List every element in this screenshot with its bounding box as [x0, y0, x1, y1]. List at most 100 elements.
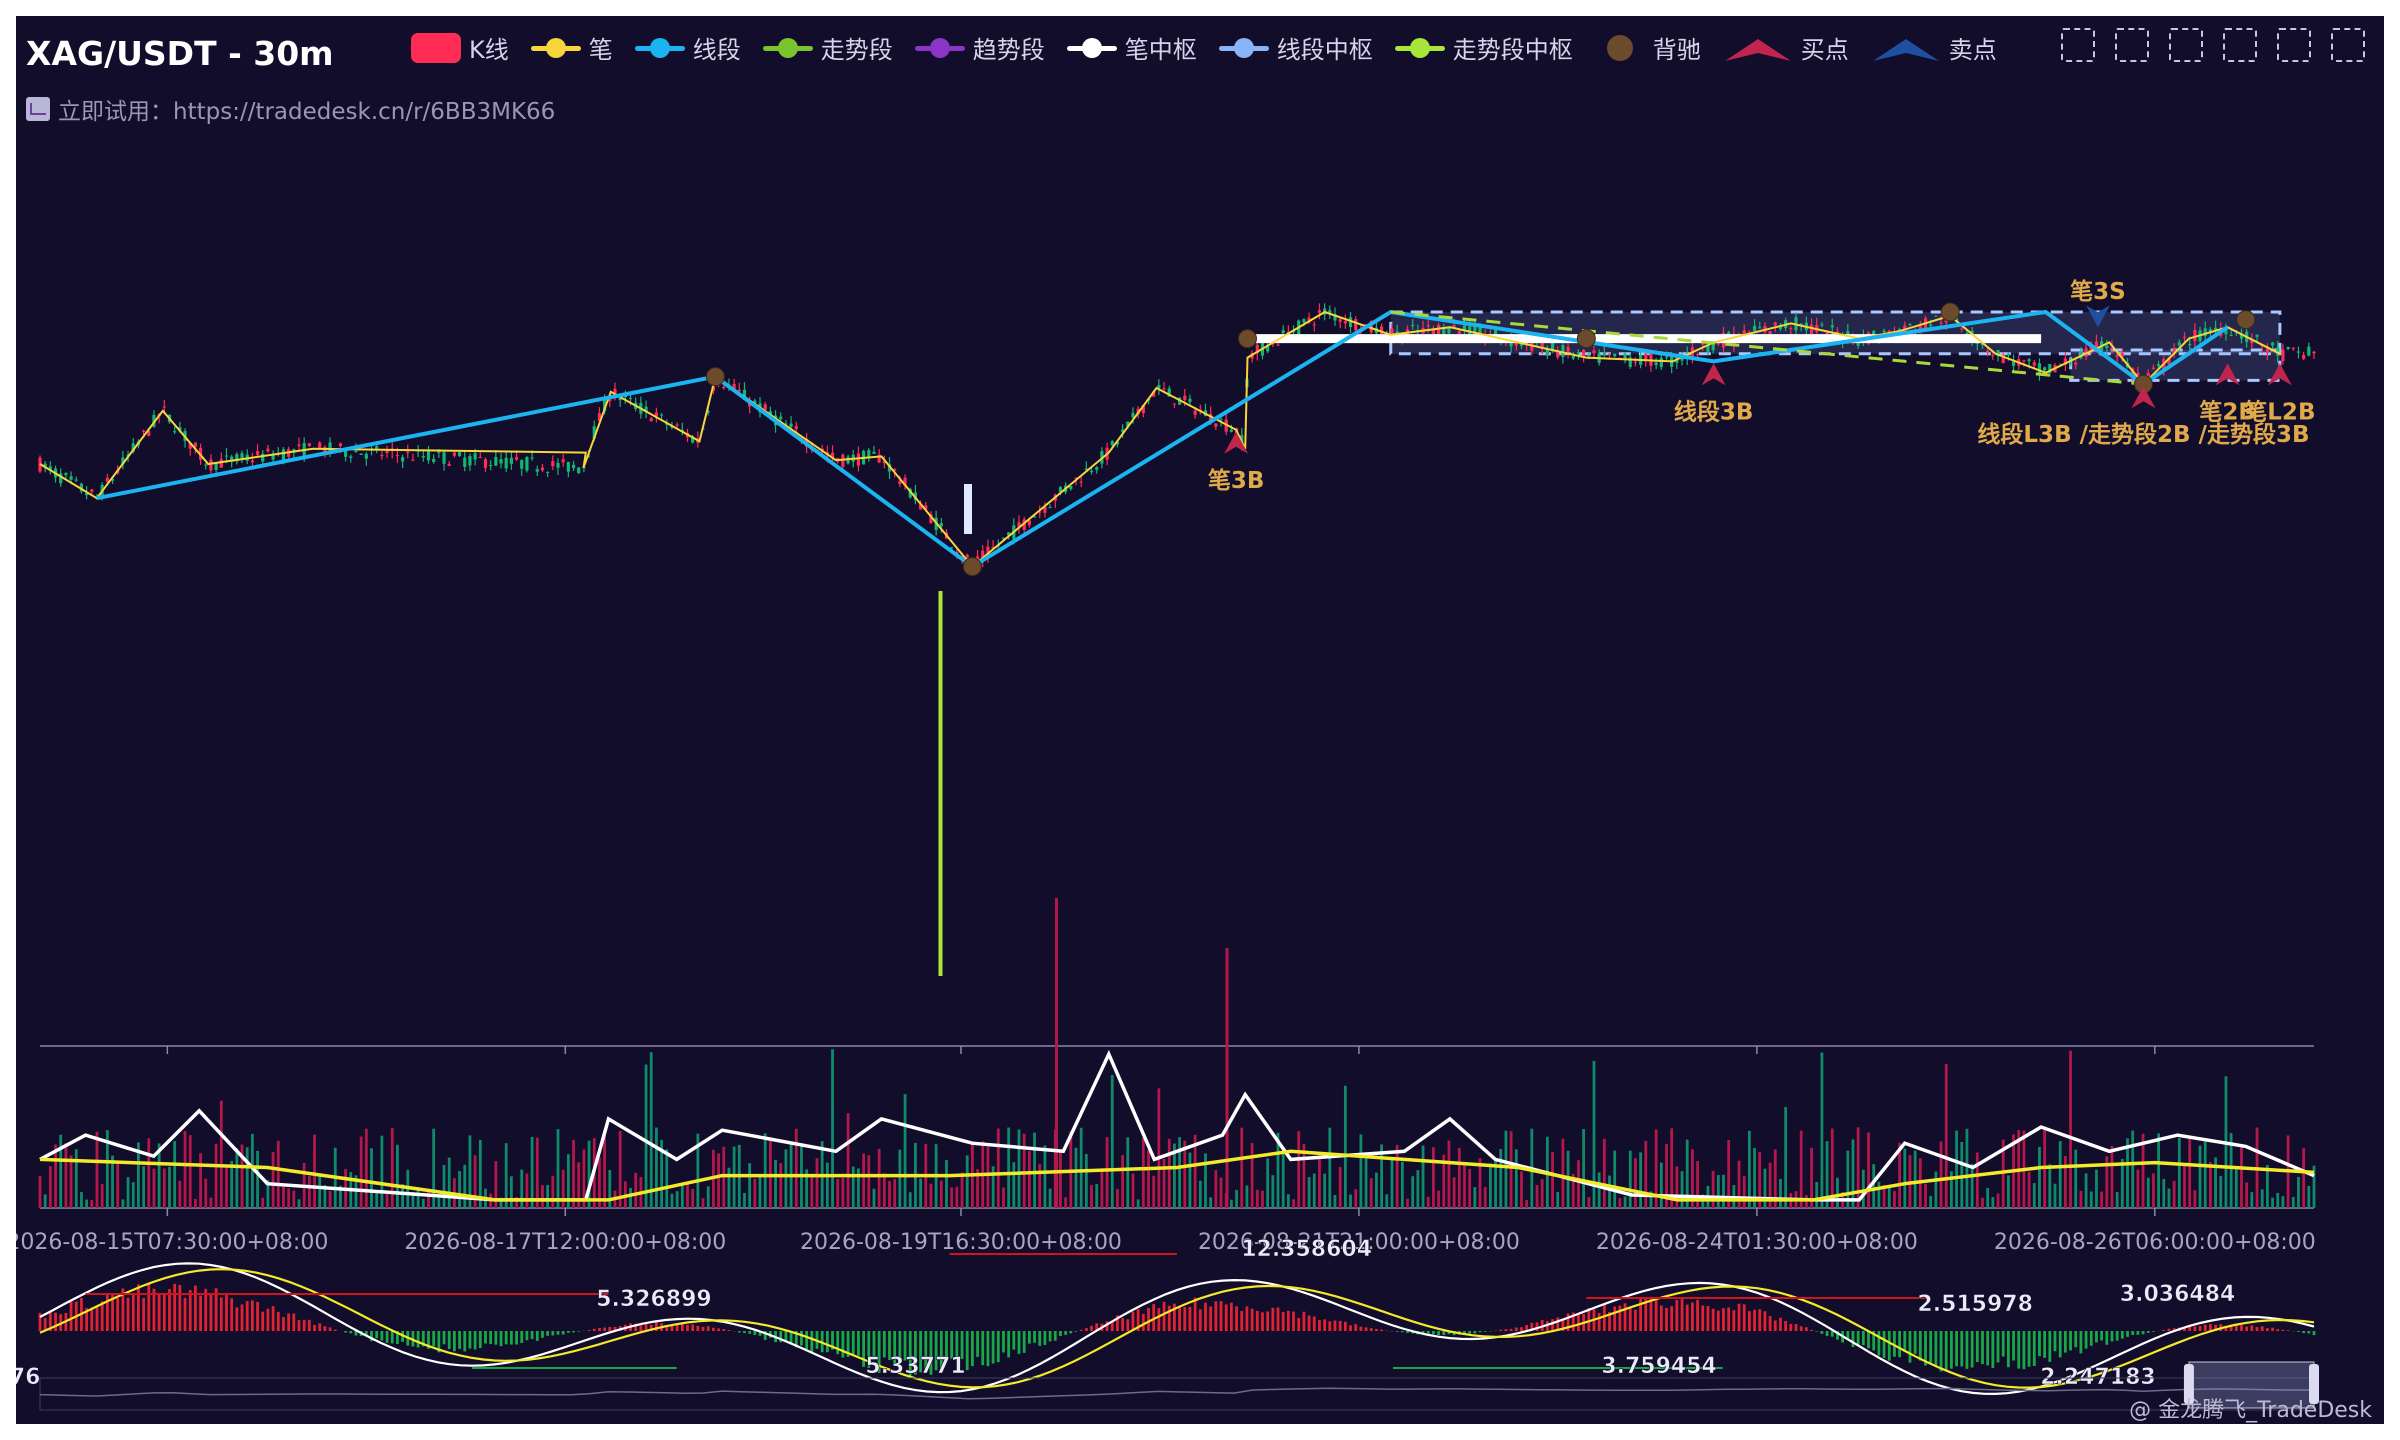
volume-bar — [1452, 1177, 1456, 1208]
macd-bar — [1903, 1331, 1907, 1353]
macd-bar — [1229, 1302, 1233, 1331]
macd-bar — [1240, 1310, 1244, 1331]
macd-bar — [1732, 1310, 1736, 1331]
volume-bar — [1126, 1137, 1130, 1208]
volume-bar — [2063, 1155, 2067, 1208]
macd-bar — [152, 1288, 156, 1331]
legend-item-10[interactable]: 卖点 — [1871, 30, 1997, 65]
macd-bar — [1017, 1331, 1021, 1354]
volume-bar — [168, 1166, 171, 1208]
trial-link[interactable]: 立即试用：https://tradedesk.cn/r/6BB3MK66 — [26, 92, 555, 126]
candle-body — [1582, 349, 1586, 356]
macd-bar — [2017, 1331, 2021, 1369]
candle-body — [1317, 310, 1322, 313]
legend-swatch — [1871, 33, 1941, 63]
macd-bar — [162, 1293, 166, 1331]
volume-bar — [867, 1155, 871, 1208]
macd-bar — [333, 1329, 337, 1331]
macd-bar — [1763, 1311, 1767, 1331]
macd-bar — [872, 1331, 876, 1356]
macd-bar — [256, 1301, 259, 1331]
fullscreen-icon[interactable] — [2223, 28, 2257, 62]
macd-bar — [499, 1331, 503, 1347]
volume-bar — [1027, 1151, 1031, 1208]
macd-bar — [1074, 1331, 1078, 1332]
volume-bar — [313, 1134, 316, 1208]
volume-bar — [2048, 1164, 2052, 1208]
volume-bar — [364, 1128, 368, 1208]
legend-item-2[interactable]: 线段 — [634, 30, 741, 65]
volume-bar — [1540, 1178, 1544, 1208]
legend-item-4[interactable]: 趋势段 — [914, 30, 1045, 65]
candle-body — [1162, 388, 1166, 390]
volume-bar — [929, 1183, 933, 1208]
legend-item-5[interactable]: 笔中枢 — [1066, 30, 1197, 65]
legend-item-7[interactable]: 走势段中枢 — [1394, 30, 1573, 65]
candle-body — [1752, 325, 1757, 331]
candle-body — [2006, 353, 2010, 356]
macd-bar — [2260, 1326, 2264, 1331]
macd-bar — [509, 1331, 513, 1345]
chart-frame: 笔3B 线段3B 线段L3B /走势段2B /走势段3B 笔2B 笔L2B 笔3S 2026… — [16, 16, 2384, 1424]
lasso-select-icon[interactable] — [2115, 28, 2149, 62]
legend-label: 买点 — [1800, 36, 1849, 64]
volume-bar — [359, 1136, 363, 1208]
macd-bar — [1887, 1331, 1891, 1361]
candle-body — [2157, 364, 2161, 367]
macd-bar — [235, 1307, 239, 1331]
macd-bar — [1162, 1301, 1166, 1331]
macd-bar — [2079, 1331, 2083, 1354]
volume-bar — [2089, 1191, 2093, 1208]
rect-select-icon[interactable] — [2169, 28, 2203, 62]
candle-body — [2291, 347, 2295, 349]
candle-body — [1452, 325, 1456, 328]
legend-item-9[interactable]: 买点 — [1723, 30, 1849, 65]
legend-item-0[interactable]: K线 — [411, 30, 509, 65]
macd-bar — [1784, 1320, 1788, 1331]
volume-bar — [2265, 1165, 2269, 1208]
volume-bar — [1520, 1171, 1523, 1208]
volume-bar — [1022, 1133, 1026, 1208]
candle-body — [1561, 345, 1565, 357]
macd-bar — [1338, 1320, 1342, 1331]
macd-bar — [137, 1284, 140, 1331]
volume-bar — [1204, 1153, 1207, 1208]
candle-body — [566, 462, 570, 472]
macd-bar — [706, 1326, 710, 1331]
volume-bar — [1618, 1198, 1622, 1208]
clear-icon[interactable] — [2331, 28, 2365, 62]
legend-label: 笔中枢 — [1124, 36, 1197, 64]
volume-bar — [287, 1188, 291, 1208]
macd-bar — [1292, 1311, 1295, 1331]
volume-bar — [297, 1199, 301, 1208]
volume-bar — [1198, 1180, 1202, 1208]
macd-bar — [1437, 1331, 1440, 1336]
candle-body — [2188, 344, 2192, 346]
legend-item-8[interactable]: 背驰 — [1595, 30, 1701, 65]
legend-swatch — [762, 33, 813, 63]
candle-body — [173, 431, 177, 433]
macd-bar — [743, 1331, 746, 1334]
macd-bar — [1204, 1302, 1207, 1331]
macd-bar — [1587, 1308, 1591, 1331]
macd-bar — [598, 1328, 601, 1331]
volume-bar — [1716, 1175, 1720, 1208]
volume-bar — [1939, 1141, 1943, 1208]
macd-bar — [1727, 1307, 1731, 1331]
macd-bar — [1716, 1310, 1720, 1331]
legend-item-6[interactable]: 线段中枢 — [1218, 30, 1373, 65]
legend-swatch — [1595, 33, 1645, 63]
legend-item-3[interactable]: 走势段 — [762, 30, 893, 65]
volume-bar — [1235, 1189, 1238, 1208]
volume-bar — [2177, 1138, 2181, 1208]
candle-body — [219, 459, 223, 468]
zoom-select-icon[interactable] — [2061, 28, 2095, 62]
restore-icon[interactable] — [2277, 28, 2311, 62]
macd-bar — [1209, 1306, 1213, 1331]
volume-bar — [256, 1150, 259, 1208]
divergence-dot-1 — [962, 557, 982, 577]
candle-body — [141, 430, 146, 432]
legend-item-1[interactable]: 笔 — [530, 30, 613, 65]
macd-bar — [219, 1297, 223, 1331]
macd-bar — [1504, 1329, 1508, 1331]
